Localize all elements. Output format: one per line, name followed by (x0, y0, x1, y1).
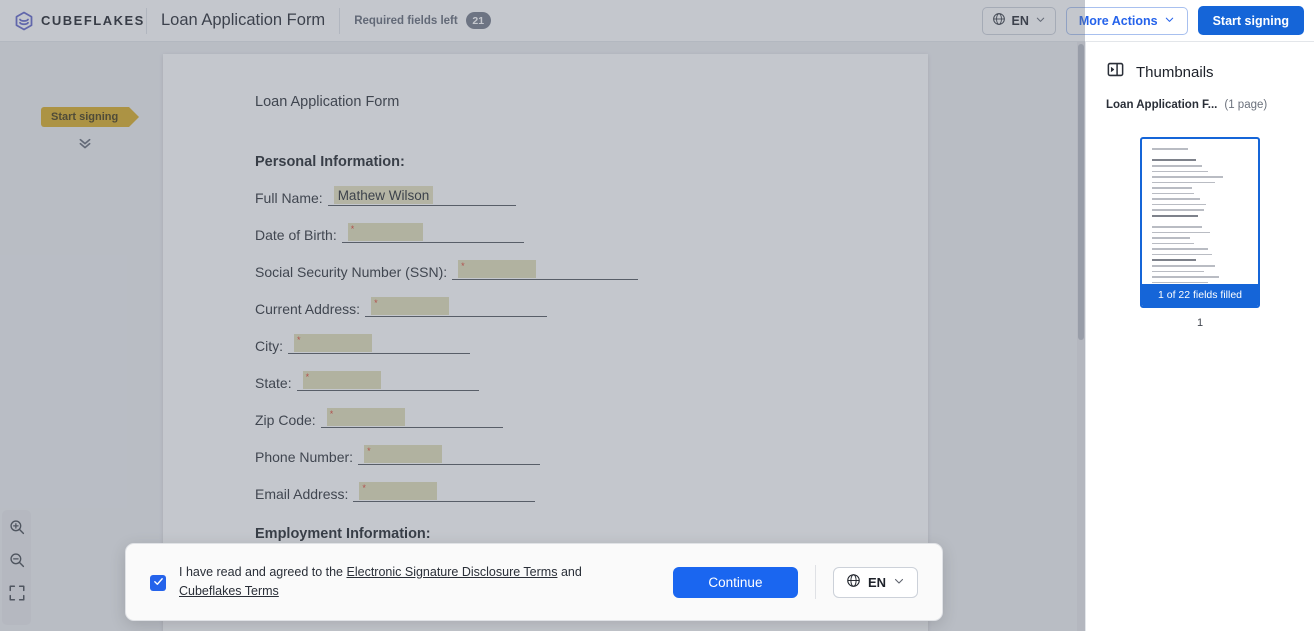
thumbnails-header: Thumbnails (1086, 42, 1314, 84)
start-signing-button[interactable]: Start signing (1197, 6, 1304, 35)
thumbnail-text-line (1152, 226, 1202, 228)
globe-icon (846, 573, 861, 591)
thumbnail-text-line (1152, 192, 1195, 194)
thumbnail-text-line (1152, 265, 1216, 267)
thumbnail-text-line (1152, 170, 1208, 172)
thumbnail-text-line (1152, 203, 1206, 205)
thumbnail-text-line (1152, 248, 1208, 250)
thumbnails-title: Thumbnails (1136, 63, 1214, 81)
thumbnail-text-line (1152, 242, 1195, 244)
consent-text: I have read and agreed to the Electronic… (179, 563, 629, 601)
thumbnail-text-line (1152, 276, 1220, 278)
thumbnails-panel: Thumbnails Loan Application F... (1 page… (1085, 42, 1314, 631)
thumbnails-doc-name: Loan Application F... (1106, 99, 1218, 111)
chevron-down-icon (1164, 14, 1175, 28)
thumbnail-text-line (1152, 154, 1248, 156)
thumbnail-list: 1 of 22 fields filled 1 (1086, 137, 1314, 329)
thumbnail-preview (1142, 139, 1258, 306)
app-root: CUBEFLAKES Loan Application Form Require… (0, 0, 1314, 631)
thumbnail-text-line (1152, 270, 1204, 272)
thumbnail-text-line (1152, 237, 1191, 239)
thumbnails-doc-info: Loan Application F... (1 page) (1086, 84, 1314, 111)
consent-checkbox[interactable] (150, 574, 166, 592)
thumbnail-text-line (1152, 221, 1248, 223)
thumbnail-text-line (1152, 253, 1212, 255)
thumbnail-text-line (1152, 259, 1197, 261)
thumbnail-text-line (1152, 214, 1199, 217)
modal-language-label: EN (867, 574, 886, 590)
more-actions-label: More Actions (1078, 13, 1158, 28)
consent-text-before: I have read and agreed to the (179, 565, 347, 579)
consent-modal: I have read and agreed to the Electronic… (125, 543, 943, 621)
thumbnail-page-1[interactable]: 1 of 22 fields filled (1140, 137, 1260, 308)
thumbnail-text-line (1152, 165, 1202, 167)
thumbnail-text-line (1152, 209, 1204, 211)
thumbnail-text-line (1152, 181, 1216, 183)
consent-text-mid: and (557, 565, 582, 579)
thumbnails-page-count: (1 page) (1224, 99, 1268, 111)
thumbnail-text-line (1152, 187, 1193, 189)
thumbnail-text-line (1152, 281, 1208, 283)
thumbnail-text-line (1152, 198, 1200, 200)
modal-actions: Continue EN (672, 565, 918, 599)
thumbnail-fields-badge: 1 of 22 fields filled (1142, 284, 1258, 306)
continue-button[interactable]: Continue (672, 566, 798, 598)
modal-language-selector[interactable]: EN (832, 566, 918, 598)
modal-divider (814, 565, 816, 599)
thumbnail-text-line (1152, 176, 1224, 178)
chevron-down-icon (893, 575, 905, 590)
thumbnail-text-line (1152, 231, 1210, 233)
thumbnail-text-line (1152, 148, 1189, 150)
cubeflakes-terms-link[interactable]: Cubeflakes Terms (179, 584, 279, 598)
thumbnail-text-line (1152, 159, 1197, 161)
thumbnail-page-number: 1 (1196, 317, 1204, 329)
electronic-signature-disclosure-terms-link[interactable]: Electronic Signature Disclosure Terms (347, 565, 558, 579)
checkmark-icon (153, 574, 164, 592)
panel-toggle-icon[interactable] (1106, 60, 1125, 84)
modal-backdrop (0, 0, 1085, 631)
